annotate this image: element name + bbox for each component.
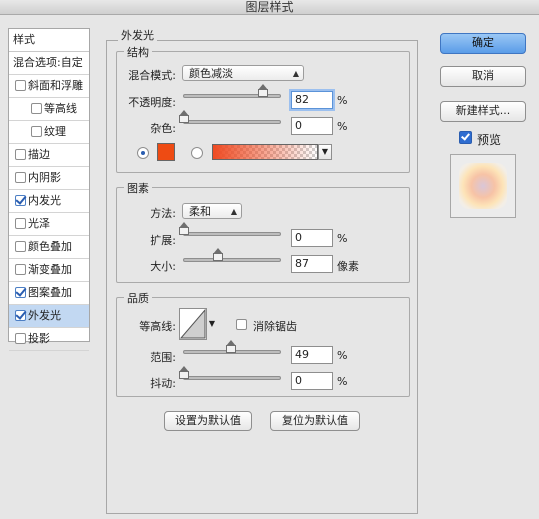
style-list-item[interactable]: 混合选项:自定 (9, 52, 89, 75)
size-input[interactable]: 87 (291, 255, 333, 273)
style-list-label: 混合选项:自定 (13, 56, 83, 69)
style-checkbox[interactable] (15, 333, 26, 344)
anti-alias-checkbox[interactable] (236, 319, 247, 330)
size-label: 大小: (150, 260, 176, 273)
glow-gradient-swatch[interactable] (212, 144, 318, 160)
gradient-radio[interactable] (191, 147, 203, 159)
technique-label: 方法: (150, 207, 176, 220)
select-arrows-icon: ▲ (292, 69, 299, 78)
range-unit: % (337, 349, 348, 362)
contour-picker[interactable] (179, 308, 207, 340)
contour-curve-icon (179, 308, 206, 339)
style-list-item[interactable]: 斜面和浮雕 (9, 75, 89, 98)
anti-alias-label: 消除锯齿 (253, 320, 297, 333)
style-list-item[interactable]: 渐变叠加 (9, 259, 89, 282)
window-title: 图层样式 (0, 0, 539, 15)
style-list-label: 纹理 (44, 125, 66, 138)
blend-mode-label: 混合模式: (128, 69, 176, 82)
jitter-label: 抖动: (150, 377, 176, 390)
style-list-item[interactable]: 内阴影 (9, 167, 89, 190)
preview-glow-square (459, 163, 507, 209)
style-list-item[interactable]: 光泽 (9, 213, 89, 236)
style-checkbox[interactable] (15, 264, 26, 275)
size-unit: 像素 (337, 260, 359, 273)
style-list-label: 等高线 (44, 102, 77, 115)
styles-header[interactable]: 样式 (9, 29, 89, 52)
style-list-label: 内阴影 (28, 171, 61, 184)
elements-title: 图素 (124, 180, 152, 196)
contour-label: 等高线: (139, 320, 176, 333)
cancel-button[interactable]: 取消 (440, 66, 526, 87)
technique-value: 柔和 (189, 205, 211, 218)
jitter-unit: % (337, 375, 348, 388)
style-list-label: 描边 (28, 148, 50, 161)
style-checkbox[interactable] (15, 287, 26, 298)
technique-select[interactable]: 柔和 ▲ (182, 203, 242, 219)
noise-label: 杂色: (150, 122, 176, 135)
style-checkbox[interactable] (15, 172, 26, 183)
make-default-button[interactable]: 设置为默认值 (164, 411, 252, 431)
style-checkbox[interactable] (31, 126, 42, 137)
style-list-label: 投影 (28, 332, 50, 345)
jitter-slider[interactable] (179, 366, 281, 380)
opacity-slider[interactable] (183, 84, 281, 98)
style-preview-thumbnail (450, 154, 516, 218)
reset-default-button[interactable]: 复位为默认值 (270, 411, 360, 431)
spread-input[interactable]: 0 (291, 229, 333, 247)
style-list-item[interactable]: 图案叠加 (9, 282, 89, 305)
spread-slider[interactable] (179, 222, 281, 236)
style-checkbox[interactable] (15, 241, 26, 252)
styles-list: 样式 混合选项:自定斜面和浮雕等高线纹理描边内阴影内发光光泽颜色叠加渐变叠加图案… (8, 28, 90, 351)
quality-title: 品质 (124, 290, 152, 306)
ok-button[interactable]: 确定 (440, 33, 526, 54)
preview-label: 预览 (477, 133, 502, 147)
style-list-label: 外发光 (28, 309, 61, 322)
opacity-input[interactable]: 82 (291, 91, 333, 109)
style-list-label: 光泽 (28, 217, 50, 230)
style-checkbox[interactable] (15, 310, 26, 321)
preview-checkbox[interactable] (459, 131, 472, 144)
style-list-item[interactable]: 等高线 (9, 98, 89, 121)
style-checkbox[interactable] (31, 103, 42, 114)
style-checkbox[interactable] (15, 149, 26, 160)
style-checkbox[interactable] (15, 195, 26, 206)
outer-glow-title: 外发光 (118, 27, 157, 43)
spread-unit: % (337, 232, 348, 245)
range-input[interactable]: 49 (291, 346, 333, 364)
blend-mode-select[interactable]: 颜色减淡 ▲ (182, 65, 304, 81)
style-list-item[interactable]: 颜色叠加 (9, 236, 89, 259)
noise-slider[interactable] (179, 110, 281, 124)
opacity-unit: % (337, 94, 348, 107)
style-list-item[interactable]: 投影 (9, 328, 89, 351)
spread-label: 扩展: (150, 234, 176, 247)
style-list-label: 斜面和浮雕 (28, 79, 83, 92)
style-list-item[interactable]: 描边 (9, 144, 89, 167)
opacity-label: 不透明度: (128, 96, 176, 109)
range-slider[interactable] (183, 340, 281, 354)
range-label: 范围: (150, 351, 176, 364)
style-list-item[interactable]: 外发光 (9, 305, 89, 328)
size-slider[interactable] (183, 248, 281, 262)
style-list-label: 颜色叠加 (28, 240, 72, 253)
jitter-input[interactable]: 0 (291, 372, 333, 390)
style-checkbox[interactable] (15, 80, 26, 91)
noise-input[interactable]: 0 (291, 117, 333, 135)
style-list-item[interactable]: 纹理 (9, 121, 89, 144)
select-arrows-icon: ▲ (230, 207, 237, 216)
style-checkbox[interactable] (15, 218, 26, 229)
new-style-button[interactable]: 新建样式... (440, 101, 526, 122)
style-list-label: 图案叠加 (28, 286, 72, 299)
noise-unit: % (337, 120, 348, 133)
blend-mode-value: 颜色减淡 (189, 67, 233, 80)
style-list-label: 内发光 (28, 194, 61, 207)
solid-color-radio[interactable] (137, 147, 149, 159)
contour-dropdown-arrow-icon[interactable]: ▼ (207, 308, 217, 340)
structure-title: 结构 (124, 44, 152, 60)
style-list-item[interactable]: 内发光 (9, 190, 89, 213)
glow-color-swatch[interactable] (157, 143, 175, 161)
style-list-label: 渐变叠加 (28, 263, 72, 276)
gradient-dropdown-arrow-icon[interactable]: ▼ (318, 144, 332, 160)
